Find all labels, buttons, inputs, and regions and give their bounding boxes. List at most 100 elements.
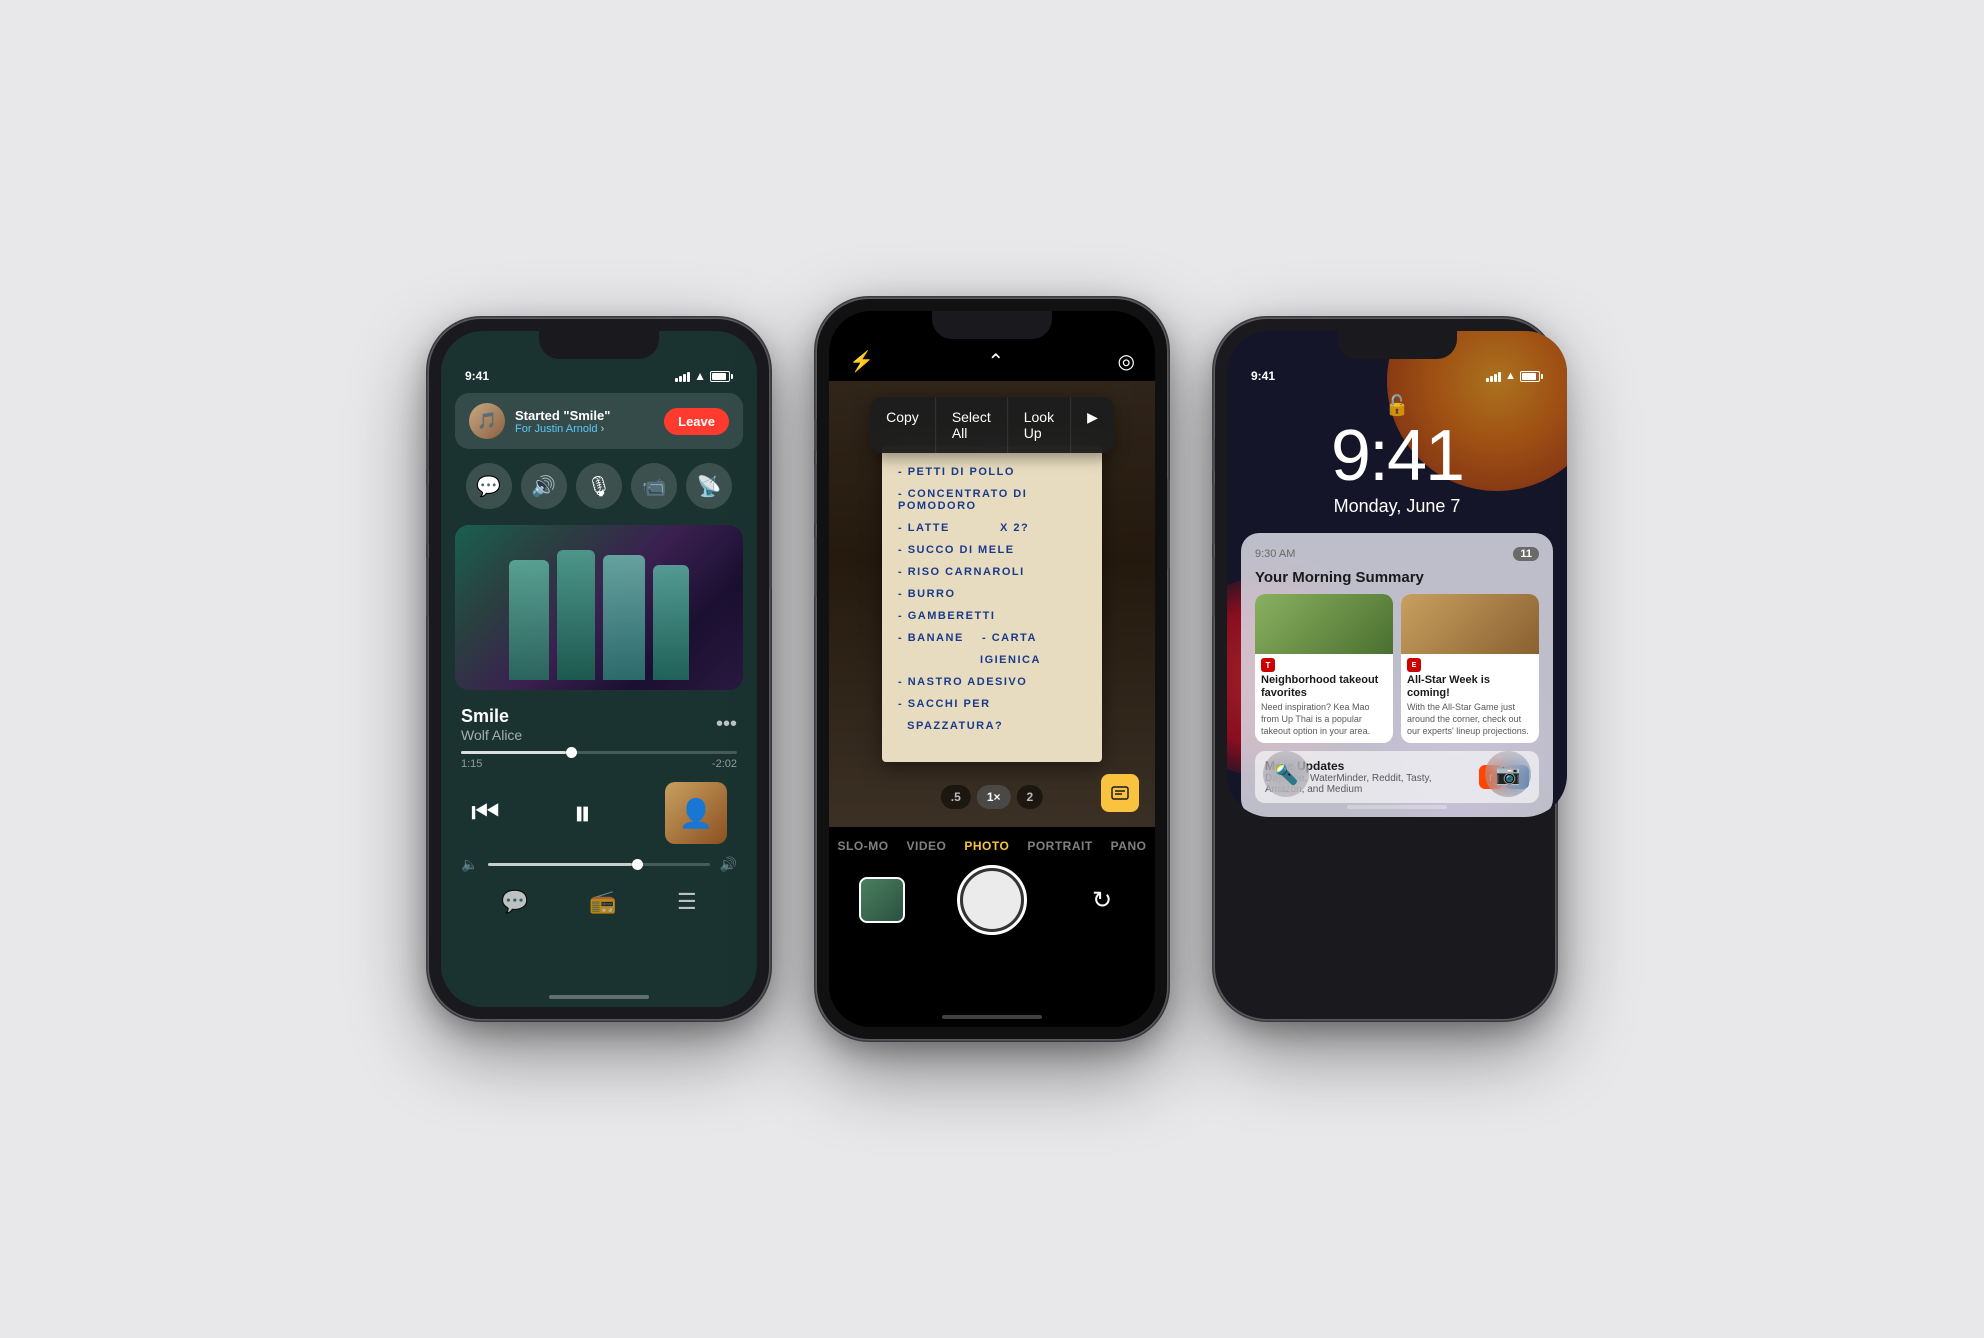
phone3-mute-button[interactable]	[1212, 439, 1215, 471]
p1-share-button[interactable]: 📡	[686, 463, 732, 509]
p1-album-art	[455, 525, 743, 690]
p2-zoom-1x[interactable]: 1×	[977, 785, 1011, 809]
p2-mode-portrait[interactable]: PORTRAIT	[1027, 839, 1092, 853]
p1-audio-button[interactable]: 🔊	[521, 463, 567, 509]
p3-news-headline-1: Neighborhood takeout favorites	[1255, 674, 1393, 702]
p1-progress-bar[interactable]	[461, 751, 737, 754]
p1-notification[interactable]: 🎵 Started "Smile" For Justin Arnold › Le…	[455, 393, 743, 449]
p3-news-img-2	[1401, 594, 1539, 654]
p1-video-button[interactable]: 📹	[631, 463, 677, 509]
p3-wifi-icon: ▲	[1505, 370, 1516, 382]
p1-controls-row: 💬 🔊 🎙 📹 📡	[441, 453, 757, 519]
p2-live-text-button[interactable]	[1101, 774, 1139, 812]
p1-home-indicator	[549, 995, 649, 999]
p1-pause-button[interactable]: ⏸	[573, 792, 591, 835]
note-line-7: - GAMBERETTI	[898, 610, 1086, 622]
p3-news-source-2: E	[1401, 654, 1539, 674]
p2-options-icon[interactable]: ◎	[1118, 349, 1135, 374]
p2-mode-photo[interactable]: PHOTO	[964, 839, 1009, 853]
p3-status-icons: ▲	[1486, 370, 1543, 382]
p3-tasty-icon: T	[1261, 658, 1275, 672]
p2-flash-icon[interactable]: ⚡	[849, 349, 874, 374]
p3-signal-icon	[1486, 370, 1501, 382]
p2-note-paper: - PETTI DI POLLO - CONCENTRATO DI POMODO…	[882, 446, 1102, 762]
p2-zoom-2[interactable]: 2	[1017, 785, 1044, 809]
p1-leave-button[interactable]: Leave	[664, 408, 729, 435]
p2-mode-video[interactable]: VIDEO	[907, 839, 947, 853]
power-button[interactable]	[769, 499, 772, 589]
p3-content: 9:41 ▲	[1227, 331, 1567, 817]
volume-down-button[interactable]	[426, 557, 429, 617]
phones-container: 9:41 ▲ 🎵	[369, 239, 1615, 1099]
phone2-notch	[932, 311, 1052, 339]
p1-playback: ⏮ ⏸ 👤	[441, 774, 757, 852]
note-line-2: - CONCENTRATO DI POMODORO	[898, 488, 1086, 512]
p1-time-remaining: -2:02	[712, 758, 737, 770]
p1-notif-text: Started "Smile" For Justin Arnold ›	[515, 408, 654, 435]
p3-news-item-2[interactable]: E All-Star Week is coming! With the All-…	[1401, 594, 1539, 743]
p3-battery-icon	[1520, 371, 1543, 382]
p1-mic-button[interactable]: 🎙	[576, 463, 622, 509]
note-line-4: - SUCCO DI MELE	[898, 544, 1086, 556]
volume-up-button[interactable]	[426, 484, 429, 544]
p2-flip-camera-button[interactable]: ↻	[1079, 877, 1125, 923]
phone2-mute-button[interactable]	[814, 419, 817, 451]
phone-2: - PETTI DI POLLO - CONCENTRATO DI POMODO…	[817, 299, 1167, 1039]
p1-chat-button[interactable]: 💬	[466, 463, 512, 509]
p2-mode-slomo[interactable]: SLO-MO	[838, 839, 889, 853]
mute-button[interactable]	[426, 439, 429, 471]
p1-time: 9:41	[465, 369, 489, 383]
signal-icon	[675, 370, 690, 382]
p2-select-all-button[interactable]: Select All	[936, 397, 1008, 453]
p1-more-button[interactable]: •••	[716, 713, 737, 736]
phone2-volume-up-button[interactable]	[814, 464, 817, 524]
p1-notif-title: Started "Smile"	[515, 408, 654, 423]
p2-chevron-up-icon[interactable]: ⌃	[987, 349, 1004, 374]
p1-avatar: 🎵	[469, 403, 505, 439]
note-line-6: - BURRO	[898, 588, 1086, 600]
p3-bottom-row: 🔦 📷	[1227, 751, 1567, 797]
p1-progress-thumb	[566, 747, 577, 758]
p1-song-title: Smile	[461, 706, 522, 727]
p2-photo-thumbnail[interactable]	[859, 877, 905, 923]
p1-progress[interactable]: 1:15 -2:02	[441, 747, 757, 774]
p2-zoom-controls: .5 1× 2	[941, 785, 1043, 809]
phone3-volume-down-button[interactable]	[1212, 557, 1215, 617]
p2-copy-button[interactable]: Copy	[870, 397, 936, 453]
p2-zoom-05[interactable]: .5	[941, 785, 971, 809]
p3-camera-button[interactable]: 📷	[1485, 751, 1531, 797]
p1-time-elapsed: 1:15	[461, 758, 482, 770]
p1-queue-button[interactable]: ☰	[677, 889, 697, 915]
phone3-volume-up-button[interactable]	[1212, 484, 1215, 544]
phone2-volume-down-button[interactable]	[814, 537, 817, 597]
p1-progress-fill	[461, 751, 566, 754]
note-line-11: - SACCHI PER	[898, 698, 1086, 710]
p3-notif-header: 9:30 AM 11	[1255, 547, 1539, 561]
p1-song-artist: Wolf Alice	[461, 727, 522, 743]
p1-bottom-bar: 💬 📻 ☰	[441, 877, 757, 945]
p1-rewind-button[interactable]: ⏮	[471, 794, 500, 832]
p1-volume-fill	[488, 863, 632, 866]
p1-lyrics-button[interactable]: 💬	[501, 889, 528, 915]
p3-notif-title: Your Morning Summary	[1255, 569, 1539, 586]
p2-context-menu: Copy Select All Look Up ▶	[870, 397, 1114, 453]
p3-news-item-1[interactable]: T Neighborhood takeout favorites Need in…	[1255, 594, 1393, 743]
p1-user-avatar: 👤	[665, 782, 727, 844]
p3-lock-icon: 🔓	[1227, 393, 1567, 418]
p1-airplay-button[interactable]: 📻	[589, 889, 616, 915]
p3-news-desc-2: With the All-Star Game just around the c…	[1401, 702, 1539, 743]
p2-shutter-button[interactable]	[957, 865, 1027, 935]
p2-look-up-button[interactable]: Look Up	[1008, 397, 1071, 453]
p1-volume-min-icon: 🔈	[461, 856, 478, 873]
p1-volume-bar[interactable]	[488, 863, 709, 866]
p3-notif-badge: 11	[1513, 547, 1539, 561]
note-line-9: IGIENICA	[898, 654, 1086, 666]
battery-icon	[710, 371, 733, 382]
p2-more-menu-button[interactable]: ▶	[1071, 397, 1114, 453]
p2-mode-pano[interactable]: PANO	[1111, 839, 1147, 853]
p1-volume-thumb	[632, 859, 643, 870]
p3-time-display: 9:41	[1227, 420, 1567, 492]
p3-flashlight-button[interactable]: 🔦	[1263, 751, 1309, 797]
p3-home-indicator	[1347, 805, 1447, 809]
phone2-power-button[interactable]	[1167, 479, 1170, 569]
